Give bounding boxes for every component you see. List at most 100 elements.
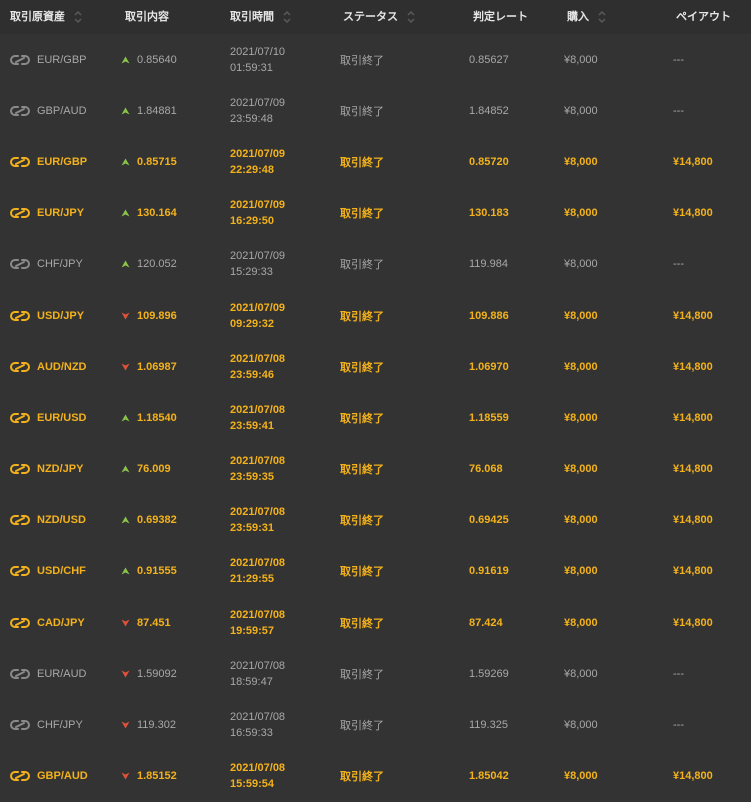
sort-icon[interactable] (597, 10, 607, 24)
buy-cell: ¥8,000 (564, 444, 598, 495)
status-label: 取引終了 (340, 259, 384, 272)
table-row[interactable]: GBP/AUD 1.84881 2021/07/09 23:59:48 取引終了… (0, 85, 751, 136)
rate-cell: 0.85627 (469, 34, 509, 85)
entry-rate: 1.18540 (137, 411, 177, 424)
down-arrow-icon (121, 772, 130, 780)
asset-label: CAD/JPY (37, 616, 85, 629)
asset-pair-icon (10, 310, 30, 321)
table-row[interactable]: USD/CHF 0.91555 2021/07/08 21:29:55 取引終了… (0, 546, 751, 597)
buy-cell: ¥8,000 (564, 648, 598, 699)
buy-amount: ¥8,000 (564, 155, 598, 168)
trade-date: 2021/07/09 (230, 250, 286, 263)
asset-cell: GBP/AUD (10, 85, 87, 136)
payout-cell: ¥14,800 (673, 444, 713, 495)
rate-cell: 119.984 (469, 239, 508, 290)
status-label: 取引終了 (340, 54, 384, 67)
asset-cell: CHF/JPY (10, 699, 83, 750)
header-time[interactable]: 取引時間 (230, 0, 292, 34)
rate-cell: 130.183 (469, 188, 509, 239)
rate-cell: 0.91619 (469, 546, 509, 597)
table-row[interactable]: GBP/AUD 1.85152 2021/07/08 15:59:54 取引終了… (0, 751, 751, 802)
payout-cell: --- (673, 34, 684, 85)
asset-cell: NZD/USD (10, 495, 86, 546)
content-cell: 120.052 (121, 239, 177, 290)
asset-cell: USD/JPY (10, 290, 84, 341)
status-cell: 取引終了 (340, 699, 384, 750)
asset-label: USD/JPY (37, 309, 85, 322)
table-row[interactable]: EUR/USD 1.18540 2021/07/08 23:59:41 取引終了… (0, 392, 751, 443)
trade-date: 2021/07/10 (230, 45, 286, 58)
sort-icon[interactable] (282, 10, 292, 24)
asset-label: USD/CHF (37, 565, 86, 578)
payout-cell: ¥14,800 (673, 751, 713, 802)
judgement-rate: 119.984 (469, 258, 508, 271)
asset-cell: CAD/JPY (10, 597, 85, 648)
rate-cell: 0.69425 (469, 495, 509, 546)
judgement-rate: 87.424 (469, 616, 503, 629)
trade-time: 23:59:41 (230, 419, 275, 432)
status-label: 取引終了 (340, 464, 384, 477)
sort-icon[interactable] (73, 10, 83, 24)
entry-rate: 0.91555 (137, 565, 177, 578)
status-label: 取引終了 (340, 668, 384, 681)
table-row[interactable]: AUD/NZD 1.06987 2021/07/08 23:59:46 取引終了… (0, 341, 751, 392)
down-arrow-icon (121, 670, 130, 678)
rate-cell: 0.85720 (469, 136, 509, 187)
buy-amount: ¥8,000 (564, 360, 598, 373)
asset-label: EUR/AUD (37, 667, 87, 680)
asset-label: NZD/USD (37, 514, 86, 527)
payout-amount: ¥14,800 (673, 463, 713, 476)
trade-time: 18:59:47 (230, 675, 273, 688)
down-arrow-icon (121, 363, 130, 371)
header-rate[interactable]: 判定レート (473, 0, 528, 34)
status-label: 取引終了 (340, 617, 384, 630)
buy-cell: ¥8,000 (564, 751, 598, 802)
trade-time: 21:29:55 (230, 573, 275, 586)
asset-label: EUR/GBP (37, 53, 87, 66)
asset-pair-icon (10, 617, 30, 628)
time-cell: 2021/07/08 23:59:41 (230, 392, 285, 443)
time-cell: 2021/07/08 23:59:31 (230, 495, 285, 546)
buy-cell: ¥8,000 (564, 341, 598, 392)
status-cell: 取引終了 (340, 495, 384, 546)
table-row[interactable]: CHF/JPY 119.302 2021/07/08 16:59:33 取引終了… (0, 699, 751, 750)
header-payout[interactable]: ペイアウト (676, 0, 731, 34)
judgement-rate: 1.85042 (469, 770, 509, 783)
content-cell: 1.06987 (121, 341, 177, 392)
payout-amount: ¥14,800 (673, 155, 713, 168)
table-row[interactable]: EUR/AUD 1.59092 2021/07/08 18:59:47 取引終了… (0, 648, 751, 699)
trade-time: 23:59:48 (230, 112, 273, 125)
asset-cell: EUR/AUD (10, 648, 87, 699)
entry-rate: 109.896 (137, 309, 177, 322)
status-cell: 取引終了 (340, 290, 384, 341)
asset-label: NZD/JPY (37, 463, 84, 476)
judgement-rate: 0.91619 (469, 565, 509, 578)
table-row[interactable]: EUR/GBP 0.85640 2021/07/10 01:59:31 取引終了… (0, 34, 751, 85)
header-status[interactable]: ステータス (343, 0, 416, 34)
trade-time: 09:29:32 (230, 317, 275, 330)
sort-icon[interactable] (406, 10, 416, 24)
up-arrow-icon (121, 516, 130, 524)
table-row[interactable]: EUR/GBP 0.85715 2021/07/09 22:29:48 取引終了… (0, 136, 751, 187)
trade-date: 2021/07/08 (230, 608, 286, 621)
header-buy[interactable]: 購入 (567, 0, 607, 34)
status-label: 取引終了 (340, 156, 384, 169)
buy-amount: ¥8,000 (564, 104, 598, 117)
table-row[interactable]: NZD/USD 0.69382 2021/07/08 23:59:31 取引終了… (0, 495, 751, 546)
trade-time: 23:59:31 (230, 522, 275, 535)
header-asset[interactable]: 取引原資産 (10, 0, 83, 34)
entry-rate: 1.06987 (137, 360, 177, 373)
payout-cell: ¥14,800 (673, 392, 713, 443)
trade-date: 2021/07/08 (230, 506, 286, 519)
header-content[interactable]: 取引内容 (125, 0, 169, 34)
table-row[interactable]: USD/JPY 109.896 2021/07/09 09:29:32 取引終了… (0, 290, 751, 341)
table-row[interactable]: CHF/JPY 120.052 2021/07/09 15:29:33 取引終了… (0, 239, 751, 290)
table-row[interactable]: EUR/JPY 130.164 2021/07/09 16:29:50 取引終了… (0, 188, 751, 239)
status-label: 取引終了 (340, 566, 384, 579)
buy-amount: ¥8,000 (564, 411, 598, 424)
buy-cell: ¥8,000 (564, 699, 598, 750)
status-label: 取引終了 (340, 771, 384, 784)
table-row[interactable]: CAD/JPY 87.451 2021/07/08 19:59:57 取引終了 … (0, 597, 751, 648)
table-row[interactable]: NZD/JPY 76.009 2021/07/08 23:59:35 取引終了 … (0, 444, 751, 495)
payout-cell: ¥14,800 (673, 546, 713, 597)
